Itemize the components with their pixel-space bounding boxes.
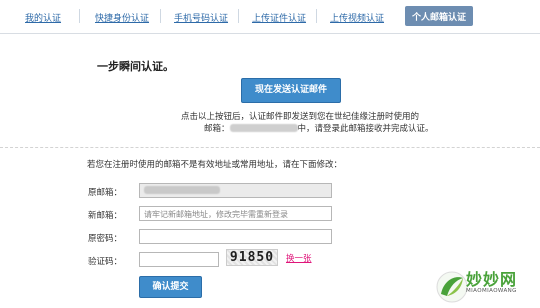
new-email-label: 新邮箱： bbox=[88, 211, 123, 221]
tab-video-upload[interactable]: 上传视频认证 bbox=[330, 11, 384, 24]
tab-separator bbox=[238, 9, 239, 23]
info-prefix: 邮箱： bbox=[204, 124, 230, 134]
info-line-2: 邮箱： 中，请登录此邮箱接收并完成认证。 bbox=[150, 123, 450, 135]
tab-quick-identity[interactable]: 快捷身份认证 bbox=[95, 11, 149, 24]
captcha-input[interactable] bbox=[139, 252, 219, 267]
watermark-name: 妙妙网 bbox=[466, 270, 518, 289]
tab-separator bbox=[316, 9, 317, 23]
refresh-captcha-link[interactable]: 换一张 bbox=[286, 252, 312, 264]
password-label: 原密码： bbox=[88, 234, 123, 244]
info-text: 点击以上按钮后，认证邮件即发送到您在世纪佳缘注册时使用的 邮箱： 中，请登录此邮箱… bbox=[150, 111, 450, 135]
new-email-input[interactable]: 请牢记新邮箱地址，修改完毕需重新登录 bbox=[139, 206, 332, 221]
watermark-subtitle: MIAOMIAOWANG bbox=[466, 288, 517, 294]
send-verification-email-button[interactable]: 现在发送认证邮件 bbox=[241, 78, 341, 103]
tab-id-document-upload[interactable]: 上传证件认证 bbox=[252, 11, 306, 24]
tab-underline bbox=[0, 33, 540, 34]
redacted-email bbox=[229, 124, 298, 132]
submit-button[interactable]: 确认提交 bbox=[139, 276, 202, 298]
original-email-field bbox=[139, 183, 332, 198]
redacted-email bbox=[144, 186, 220, 194]
info-line-1: 点击以上按钮后，认证邮件即发送到您在世纪佳缘注册时使用的 bbox=[180, 112, 419, 122]
section-heading: 一步瞬间认证。 bbox=[97, 60, 174, 73]
original-email-label: 原邮箱： bbox=[88, 188, 123, 198]
tab-separator bbox=[79, 9, 80, 23]
change-email-prompt: 若您在注册时使用的邮箱不是有效地址或常用地址，请在下面修改： bbox=[87, 160, 343, 170]
tab-phone-certification[interactable]: 手机号码认证 bbox=[174, 11, 228, 24]
captcha-image: 91850 bbox=[226, 249, 278, 266]
tab-email-certification[interactable]: 个人邮箱认证 bbox=[405, 6, 474, 26]
tab-bar: 我的认证 快捷身份认证 手机号码认证 上传证件认证 上传视频认证 个人邮箱认证 bbox=[0, 0, 540, 34]
tab-my-certification[interactable]: 我的认证 bbox=[25, 11, 61, 24]
info-suffix: 中，请登录此邮箱接收并完成认证。 bbox=[297, 124, 434, 134]
tab-separator bbox=[160, 9, 161, 23]
dashed-divider bbox=[0, 147, 540, 148]
captcha-label: 验证码： bbox=[88, 257, 123, 267]
password-input[interactable] bbox=[139, 229, 332, 244]
